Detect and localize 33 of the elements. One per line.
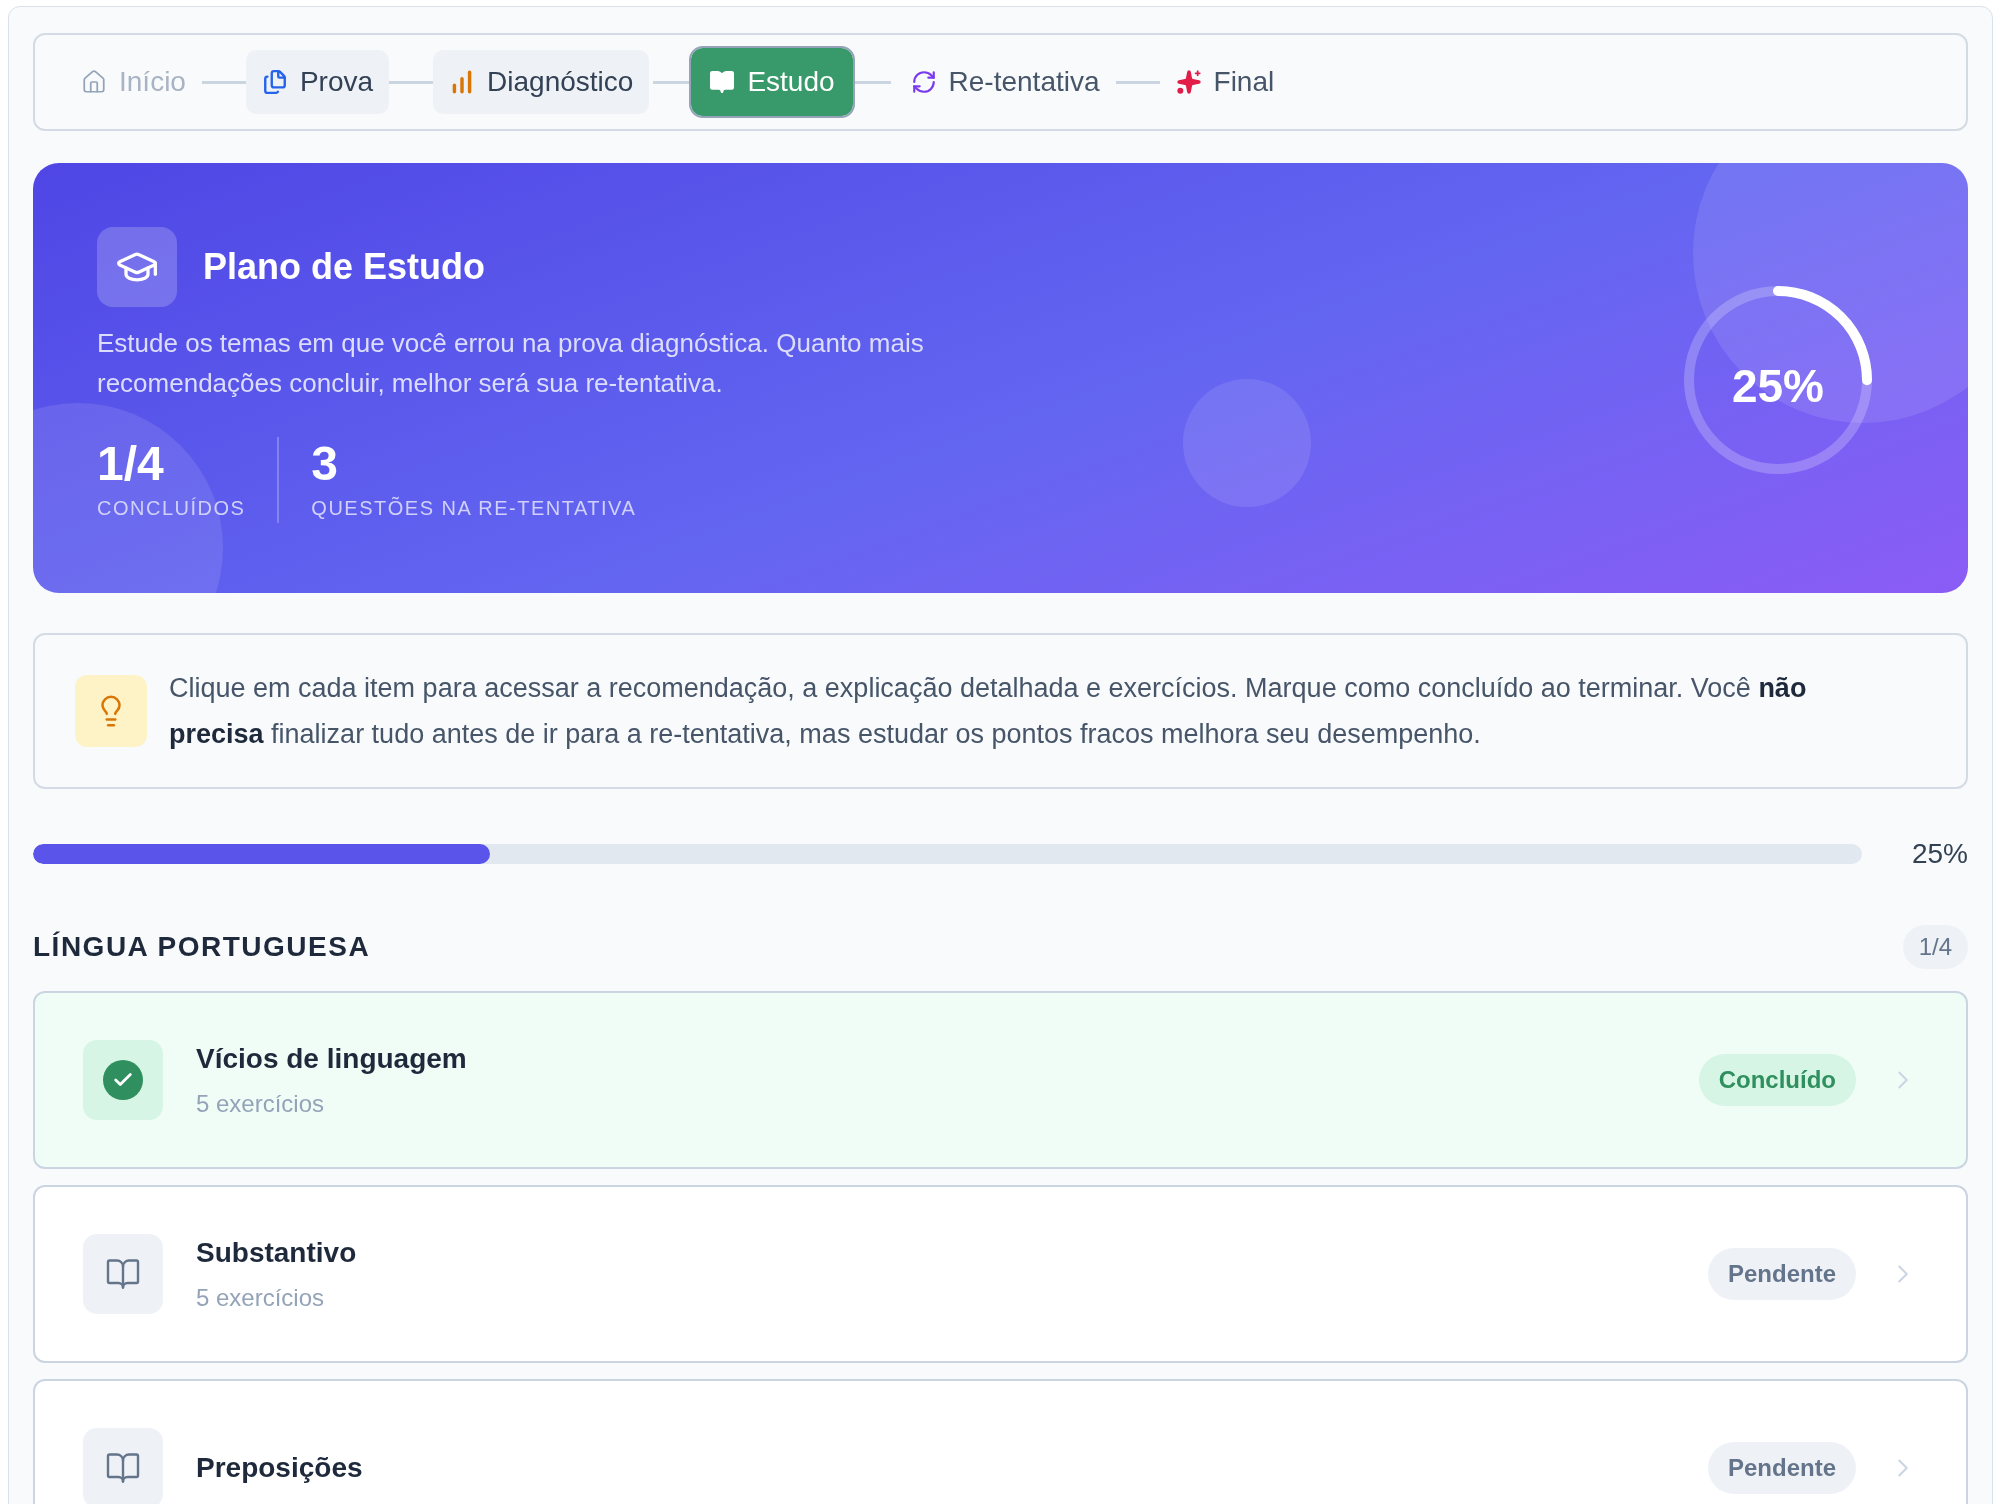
status-badge: Concluído <box>1698 1054 1856 1106</box>
book-icon <box>709 69 736 95</box>
book-icon <box>105 1450 141 1486</box>
stat-label: QUESTÕES NA RE-TENTATIVA <box>311 495 637 521</box>
progress-percentage: 25% <box>1911 837 1968 871</box>
documents-icon <box>261 69 288 95</box>
progress-percentage: 25% <box>1730 359 1826 414</box>
stat-value: 3 <box>311 437 340 491</box>
banner-description: Estude os temas em que você errou na prova diagnóstica. Quanto mais recomendações concluir, melhor será sua re-tentativa. <box>97 327 925 400</box>
section-heading: LÍNGUA PORTUGUESA <box>33 930 371 964</box>
step-tab[interactable]: Final <box>1159 50 1291 114</box>
status-badge: Pendente <box>1707 1248 1856 1300</box>
tip-text: Clique em cada item para acessar a recomendação, a explicação detalhada e exercícios. Marque como concluído ao terminar. Você não precisa finalizar tudo antes de ir para a re-tentativa, mas estudar os pontos fracos melhora seu desempenho. <box>169 672 1808 751</box>
topic-title: Substantivo <box>196 1236 358 1270</box>
step-tab[interactable]: Prova <box>245 50 390 114</box>
status-badge: Pendente <box>1707 1442 1856 1494</box>
step-tab[interactable]: Diagnóstico <box>433 50 650 114</box>
home-icon <box>81 69 107 95</box>
book-icon <box>105 1256 141 1292</box>
topic-title: Preposições <box>196 1451 364 1485</box>
topic-subtitle: 5 exercícios <box>196 1283 326 1313</box>
sparkles-icon <box>1175 69 1202 95</box>
topic-card[interactable]: Substantivo 5 exercícios Pendente <box>33 1185 1968 1363</box>
topic-card[interactable]: Vícios de linguagem 5 exercícios Concluído <box>33 991 1968 1169</box>
topic-card[interactable]: Preposições Pendente <box>33 1379 1968 1504</box>
step-tab[interactable]: Re-tentativa <box>894 50 1116 114</box>
stat-value: 1/4 <box>97 437 165 491</box>
stat-label: CONCLUÍDOS <box>97 496 246 521</box>
refresh-icon <box>910 69 937 95</box>
banner-title: Plano de Estudo <box>203 245 486 289</box>
topic-subtitle: 5 exercícios <box>196 1089 326 1119</box>
count-badge: 1/4 <box>1902 925 1968 969</box>
topic-title: Vícios de linguagem <box>196 1042 468 1076</box>
